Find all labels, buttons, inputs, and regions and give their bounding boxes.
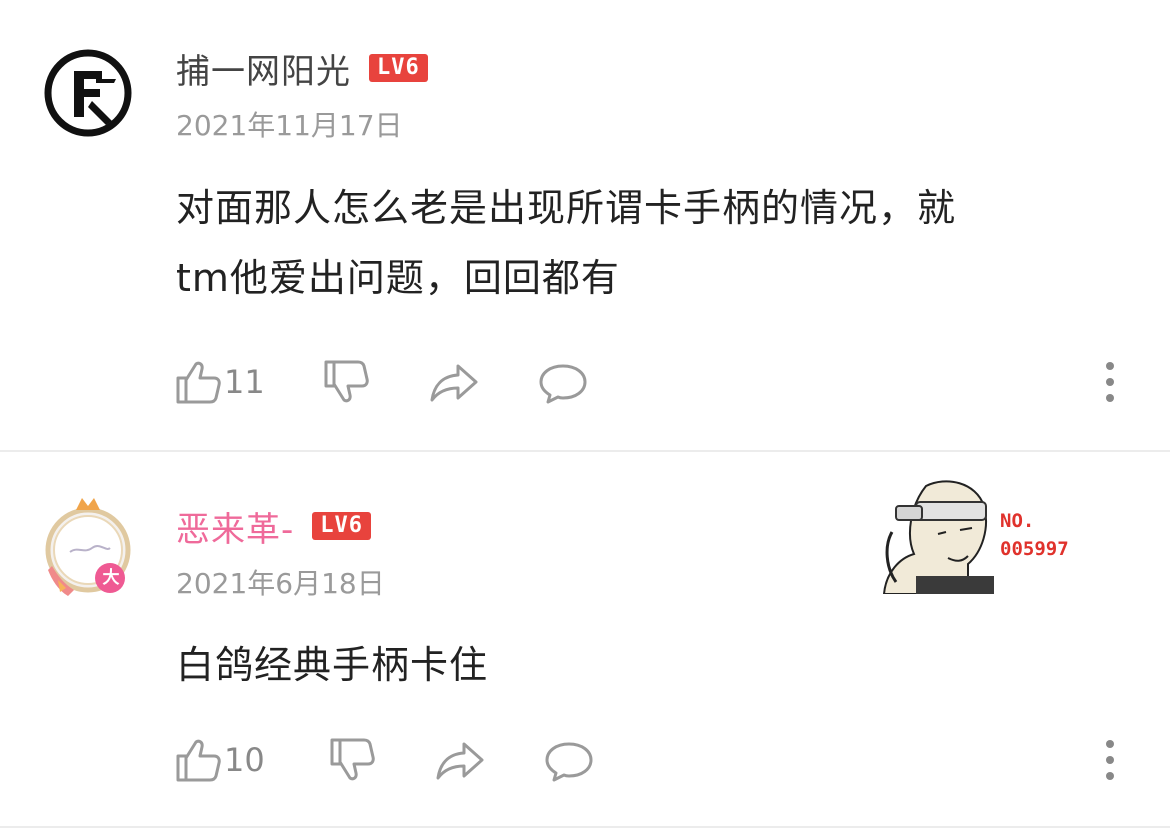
avatar-badge: 大	[102, 568, 120, 588]
share-button[interactable]	[434, 732, 486, 788]
share-icon	[436, 742, 484, 780]
thumbs-down-icon	[324, 360, 369, 403]
reply-button[interactable]	[538, 354, 588, 410]
share-icon	[430, 364, 478, 402]
thumbs-up-icon	[176, 739, 221, 782]
manga-character-sticker-icon	[876, 472, 998, 594]
like-count: 10	[224, 741, 265, 779]
comment-bubble-icon	[539, 364, 587, 404]
username[interactable]: 捕一网阳光	[176, 44, 351, 93]
comment-item: 大 恶来革- LV6 2021年6月18日 NO. 005997 白鸽经典手柄卡…	[0, 452, 1170, 829]
dislike-button[interactable]	[322, 354, 370, 410]
dislike-button[interactable]	[328, 732, 376, 788]
comment-text: 对面那人怎么老是出现所谓卡手柄的情况，就 tm他爱出问题，回回都有	[176, 173, 1096, 313]
like-count: 11	[224, 363, 265, 401]
user-avatar[interactable]: 大	[44, 496, 136, 604]
like-button[interactable]: 11	[174, 354, 265, 410]
timestamp: 2021年11月17日	[176, 109, 403, 142]
user-sticker: NO. 005997	[876, 472, 1106, 594]
level-badge: LV6	[369, 54, 428, 82]
like-button[interactable]: 10	[174, 732, 265, 788]
divider	[0, 826, 1170, 828]
sticker-number-label: NO.	[1000, 510, 1035, 532]
comment-text-line: 对面那人怎么老是出现所谓卡手柄的情况，就	[176, 186, 957, 230]
comment-item: 捕一网阳光 LV6 2021年11月17日 对面那人怎么老是出现所谓卡手柄的情况…	[0, 0, 1170, 450]
comment-text: 白鸽经典手柄卡住	[176, 643, 489, 687]
crown-frame-avatar-icon	[45, 498, 131, 596]
thumbs-down-icon	[330, 738, 375, 781]
username[interactable]: 恶来革-	[176, 502, 294, 551]
level-badge: LV6	[312, 512, 372, 540]
reply-button[interactable]	[544, 732, 594, 788]
action-bar: 11	[0, 354, 1170, 410]
action-bar: 10	[0, 732, 1170, 788]
more-options-icon[interactable]	[1098, 738, 1122, 782]
name-row: 捕一网阳光 LV6	[176, 44, 428, 93]
name-row: 恶来革- LV6	[176, 502, 372, 551]
timestamp: 2021年6月18日	[176, 567, 385, 600]
thumbs-up-icon	[176, 361, 221, 404]
comment-text-line: tm他爱出问题，回回都有	[176, 256, 620, 300]
sticker-number-value: 005997	[1000, 538, 1069, 560]
share-button[interactable]	[428, 354, 480, 410]
more-options-icon[interactable]	[1098, 360, 1122, 404]
comment-bubble-icon	[545, 742, 593, 782]
user-avatar[interactable]	[44, 49, 132, 137]
logo-avatar-icon	[44, 49, 132, 137]
